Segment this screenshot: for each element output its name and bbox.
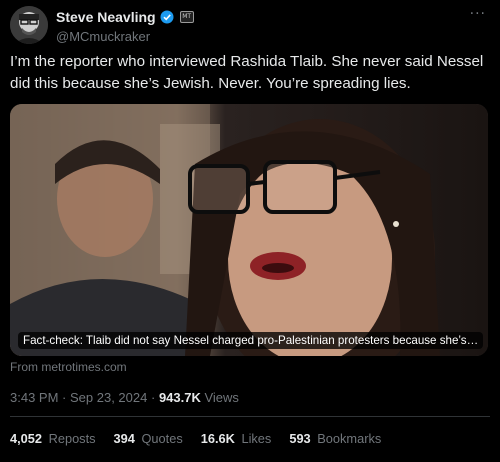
likes-stat[interactable]: 16.6K Likes: [201, 431, 272, 446]
link-source[interactable]: From metrotimes.com: [10, 360, 127, 374]
reposts-label: Reposts: [48, 431, 96, 446]
bookmarks-count: 593: [289, 431, 311, 446]
display-name[interactable]: Steve Neavling: [56, 9, 156, 25]
quotes-stat[interactable]: 394 Quotes: [114, 431, 183, 446]
bookmarks-stat[interactable]: 593 Bookmarks: [289, 431, 381, 446]
tweet-meta: 3:43 PM · Sep 23, 2024 · 943.7K Views: [10, 390, 239, 405]
quotes-count: 394: [113, 431, 135, 446]
engagement-stats: 4,052 Reposts 394 Quotes 16.6K Likes 593…: [10, 431, 399, 446]
views-count: 943.7K: [158, 390, 201, 405]
tweet-header: Steve Neavling MT @MCmuckraker ···: [10, 6, 490, 46]
tweet-date[interactable]: Sep 23, 2024: [70, 390, 147, 405]
likes-count: 16.6K: [200, 431, 235, 446]
tweet-text: I’m the reporter who interviewed Rashida…: [10, 53, 484, 92]
media-card[interactable]: Fact-check: Tlaib did not say Nessel cha…: [10, 104, 488, 356]
likes-label: Likes: [241, 431, 272, 446]
media-image: [10, 104, 488, 356]
separator: ·: [62, 390, 70, 405]
bookmarks-label: Bookmarks: [317, 431, 382, 446]
handle[interactable]: @MCmuckraker: [56, 29, 194, 44]
tweet-time[interactable]: 3:43 PM: [10, 390, 58, 405]
divider: [10, 416, 490, 417]
views-label: Views: [204, 390, 239, 405]
reposts-count: 4,052: [10, 431, 43, 446]
media-caption: Fact-check: Tlaib did not say Nessel cha…: [18, 332, 484, 349]
more-options-icon[interactable]: ···: [470, 6, 486, 22]
reposts-stat[interactable]: 4,052 Reposts: [10, 431, 96, 446]
affiliation-badge-icon[interactable]: MT: [179, 11, 194, 23]
verified-badge-icon[interactable]: [160, 10, 174, 24]
quotes-label: Quotes: [141, 431, 183, 446]
avatar[interactable]: [10, 6, 48, 44]
separator: ·: [150, 390, 159, 405]
